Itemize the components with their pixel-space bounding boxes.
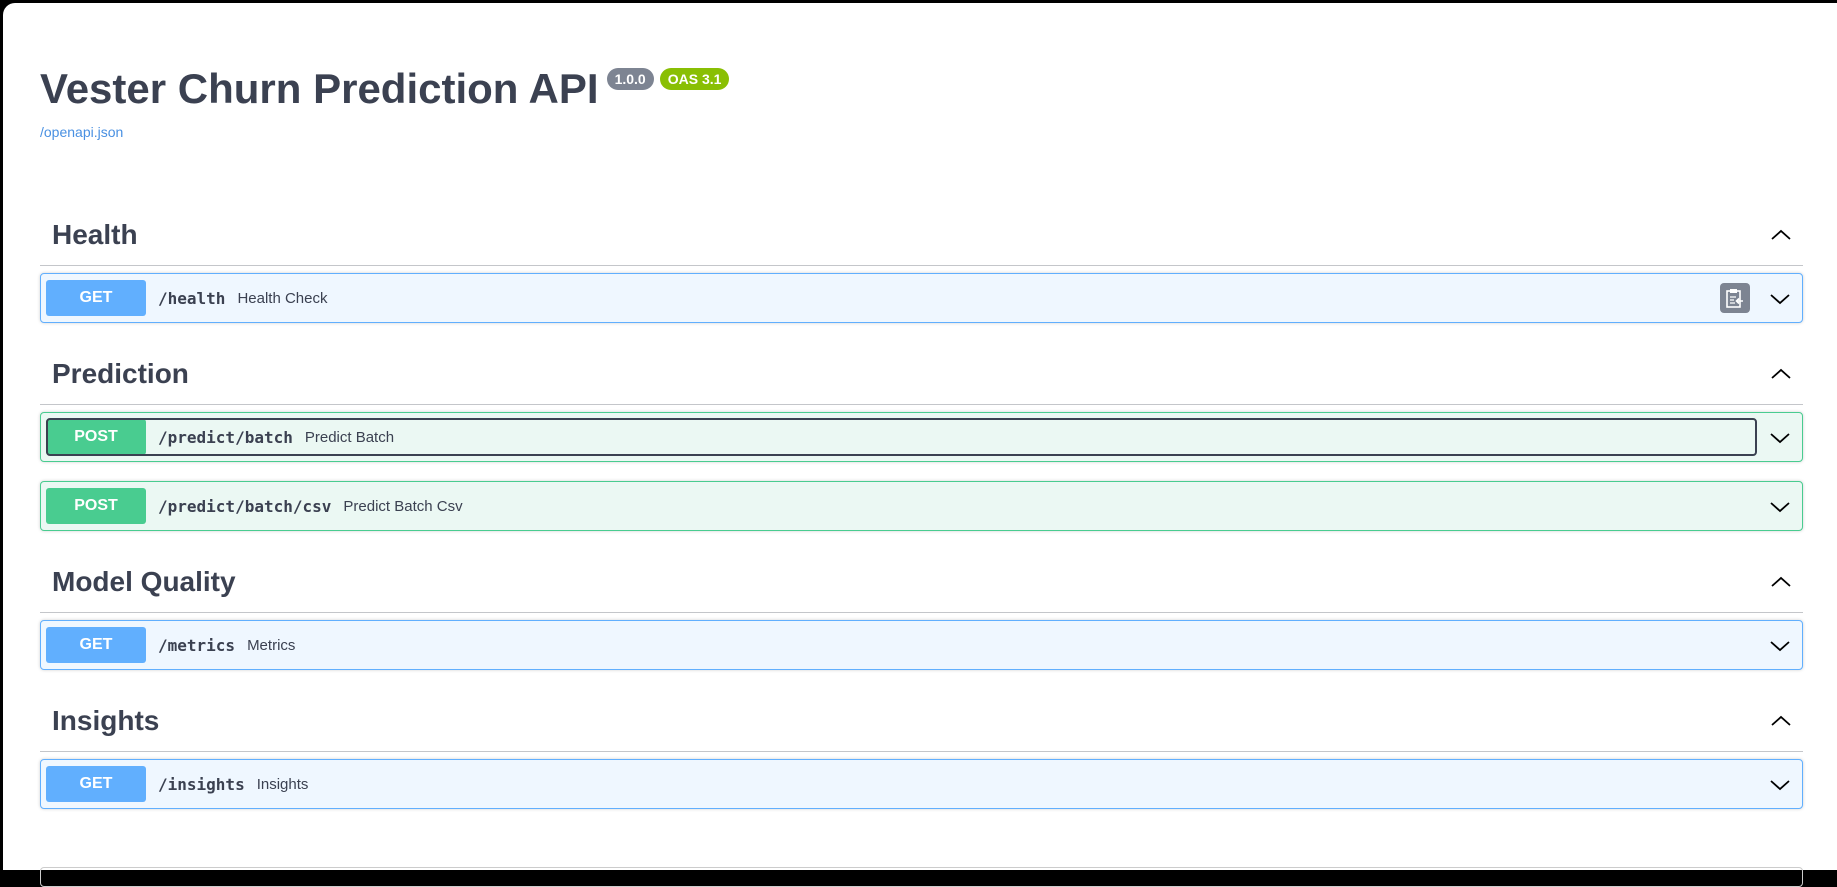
method-badge: GET bbox=[46, 627, 146, 663]
schemas-section-edge bbox=[40, 867, 1803, 887]
chevron-up-icon[interactable] bbox=[1769, 709, 1793, 733]
operation-path: /insights bbox=[158, 775, 245, 794]
operation-path: /health bbox=[158, 289, 225, 308]
method-badge: GET bbox=[46, 766, 146, 802]
tag-header-model-quality[interactable]: Model Quality bbox=[40, 551, 1803, 613]
chevron-up-icon[interactable] bbox=[1769, 223, 1793, 247]
operation-post-predict-batch[interactable]: POST /predict/batch Predict Batch bbox=[40, 412, 1803, 462]
chevron-down-icon[interactable] bbox=[1768, 634, 1792, 658]
tag-title: Model Quality bbox=[52, 566, 236, 598]
operation-summary: Health Check bbox=[237, 290, 327, 307]
operation-path: /predict/batch/csv bbox=[158, 497, 331, 516]
tag-title: Prediction bbox=[52, 358, 189, 390]
method-badge: POST bbox=[46, 488, 146, 524]
tag-title: Insights bbox=[52, 705, 159, 737]
openapi-json-link[interactable]: /openapi.json bbox=[40, 124, 123, 140]
operation-get-metrics[interactable]: GET /metrics Metrics bbox=[40, 620, 1803, 670]
clipboard-icon bbox=[1726, 288, 1744, 308]
swagger-page: Vester Churn Prediction API 1.0.0 OAS 3.… bbox=[3, 3, 1837, 870]
operation-get-health[interactable]: GET /health Health Check bbox=[40, 273, 1803, 323]
section-insights: Insights GET /insights Insights bbox=[40, 690, 1803, 809]
section-model-quality: Model Quality GET /metrics Metrics bbox=[40, 551, 1803, 670]
chevron-down-icon[interactable] bbox=[1768, 773, 1792, 797]
chevron-up-icon[interactable] bbox=[1769, 362, 1793, 386]
chevron-up-icon[interactable] bbox=[1769, 570, 1793, 594]
operation-summary: Metrics bbox=[247, 637, 295, 654]
operation-path: /metrics bbox=[158, 636, 235, 655]
operation-summary: Predict Batch Csv bbox=[343, 498, 462, 515]
operation-get-insights[interactable]: GET /insights Insights bbox=[40, 759, 1803, 809]
chevron-down-icon[interactable] bbox=[1768, 287, 1792, 311]
focus-outline bbox=[46, 418, 1757, 456]
section-prediction: Prediction POST /predict/batch Predict B… bbox=[40, 343, 1803, 531]
tag-header-insights[interactable]: Insights bbox=[40, 690, 1803, 752]
operation-summary: Insights bbox=[257, 776, 309, 793]
copy-to-clipboard-button[interactable] bbox=[1720, 283, 1750, 313]
api-title: Vester Churn Prediction API 1.0.0 OAS 3.… bbox=[40, 65, 729, 113]
method-badge: GET bbox=[46, 280, 146, 316]
chevron-down-icon[interactable] bbox=[1768, 495, 1792, 519]
section-health: Health GET /health Health Check bbox=[40, 204, 1803, 323]
oas-badge: OAS 3.1 bbox=[660, 68, 730, 90]
tag-header-prediction[interactable]: Prediction bbox=[40, 343, 1803, 405]
tag-title: Health bbox=[52, 219, 138, 251]
chevron-down-icon[interactable] bbox=[1768, 426, 1792, 450]
operation-post-predict-batch-csv[interactable]: POST /predict/batch/csv Predict Batch Cs… bbox=[40, 481, 1803, 531]
version-badge: 1.0.0 bbox=[607, 68, 654, 90]
title-text: Vester Churn Prediction API bbox=[40, 65, 599, 113]
tag-header-health[interactable]: Health bbox=[40, 204, 1803, 266]
